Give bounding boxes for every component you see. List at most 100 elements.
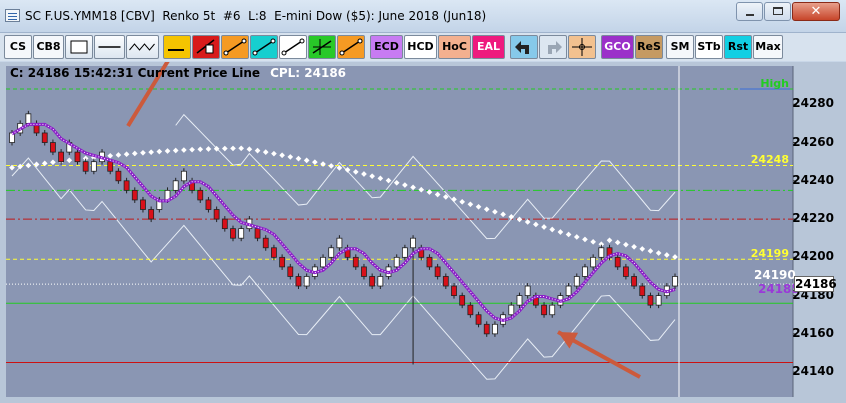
window-title: SC F.US.YMM18 [CBV] Renko 5t #6 L:8 E-mi… (25, 9, 487, 23)
up-brick (393, 256, 400, 268)
up-brick (303, 276, 310, 287)
down-brick (50, 142, 56, 153)
up-brick (410, 237, 416, 249)
down-brick (459, 295, 466, 306)
up-brick (672, 276, 678, 287)
toolbar-sm-label: SM (670, 40, 690, 53)
down-brick (41, 132, 48, 143)
toolbar-redo-button[interactable] (539, 35, 567, 59)
down-brick (148, 209, 155, 220)
toolbar-cross-button[interactable] (568, 35, 596, 59)
toolbar-hline-button[interactable] (94, 35, 125, 59)
y-axis-tick-label: 24260 (792, 134, 834, 149)
toolbar-hcd-button[interactable]: HCD (404, 35, 437, 59)
toolbar-res-button[interactable]: ReS (635, 35, 663, 59)
down-brick (262, 237, 269, 249)
toolbar-max-label: Max (755, 40, 781, 53)
up-brick (655, 295, 662, 306)
app-chart-icon (5, 9, 20, 22)
down-brick (287, 266, 294, 277)
down-brick (221, 218, 228, 230)
toolbar-zigzag-button[interactable] (126, 35, 159, 59)
toolbar-eal-button[interactable]: EAL (472, 35, 505, 59)
up-brick (172, 180, 179, 191)
status-line: C: 24186 15:42:31 Current Price Line CPL:… (10, 66, 346, 80)
down-brick (483, 323, 490, 335)
up-brick (238, 228, 245, 239)
calculator-icon (196, 39, 215, 54)
chart-area[interactable]: C: 24186 15:42:31 Current Price Line CPL:… (0, 62, 846, 403)
down-brick (271, 247, 277, 258)
down-brick (442, 276, 449, 287)
up-brick (549, 304, 556, 316)
up-brick (180, 170, 187, 182)
toolbar-sm-button[interactable]: SM (666, 35, 694, 59)
down-brick (295, 276, 302, 287)
maximize-icon (773, 7, 783, 15)
close-button[interactable]: ✕ (792, 2, 840, 21)
down-brick (647, 295, 654, 306)
down-brick (467, 304, 474, 316)
green-line-tool-icon (312, 39, 332, 55)
down-brick (279, 256, 286, 268)
down-brick (352, 256, 359, 268)
toolbar-gco-label: GCO (604, 40, 631, 53)
toolbar-orange2-button[interactable] (337, 35, 365, 59)
toolbar-ray-button[interactable] (279, 35, 307, 59)
y-axis-tick-label: 24220 (792, 211, 834, 226)
down-brick (213, 209, 220, 220)
toolbar-calc-button[interactable] (192, 35, 220, 59)
toolbar-rst-button[interactable]: Rst (724, 35, 752, 59)
close-icon: ✕ (810, 4, 822, 19)
toolbar-cyan-button[interactable] (250, 35, 278, 59)
toolbar-rect-button[interactable] (65, 35, 93, 59)
y-axis-tick-label: 24240 (792, 172, 834, 187)
toolbar-yellow-button[interactable] (163, 35, 191, 59)
down-brick (426, 256, 433, 268)
toolbar-undo-button[interactable] (510, 35, 538, 59)
down-brick (622, 266, 629, 277)
maximize-button[interactable] (764, 2, 791, 21)
toolbar-ecd-label: ECD (374, 40, 399, 53)
horizontal-line-icon (98, 46, 121, 48)
down-brick (82, 161, 89, 172)
up-brick (25, 113, 32, 124)
down-brick (434, 266, 441, 277)
down-brick (361, 266, 367, 277)
toolbar-orange-button[interactable] (221, 35, 249, 59)
y-axis-tick-label: 24280 (792, 96, 834, 111)
toolbar-hoc-button[interactable]: HoC (438, 35, 471, 59)
minimize-icon (746, 14, 754, 16)
chart-toolbar: CS CB8 ECD HCD HoC EAL GCO ReS SM STb Rst Max (0, 33, 846, 61)
up-brick (565, 285, 572, 296)
toolbar-green-button[interactable] (308, 35, 336, 59)
down-brick (205, 199, 212, 210)
undo-arrow-icon (515, 41, 529, 54)
toolbar-cs-button[interactable]: CS (4, 35, 32, 59)
y-axis-tick-label: 24160 (792, 325, 834, 340)
up-brick (590, 256, 597, 268)
status-text: C: 24186 15:42:31 Current Price Line (10, 66, 261, 80)
toolbar-max-button[interactable]: Max (753, 35, 783, 59)
minimize-button[interactable] (736, 2, 763, 21)
up-brick (524, 285, 531, 296)
toolbar-cb8-button[interactable]: CB8 (33, 35, 64, 59)
toolbar-hoc-label: HoC (442, 40, 467, 53)
toolbar-stb-button[interactable]: STb (695, 35, 723, 59)
up-brick (573, 276, 580, 287)
down-brick (614, 256, 621, 268)
up-brick (508, 304, 515, 316)
rectangle-icon (70, 40, 88, 54)
current-price-box: 24186 (794, 276, 837, 293)
renko-chart[interactable] (0, 62, 846, 403)
up-brick (516, 295, 523, 306)
up-brick (320, 256, 326, 268)
down-brick (254, 228, 261, 239)
ray-tool-icon (281, 38, 305, 56)
down-brick (115, 170, 122, 182)
cyan-line-tool-icon (252, 38, 276, 56)
down-brick (230, 228, 236, 239)
down-brick (74, 151, 81, 163)
toolbar-gco-button[interactable]: GCO (601, 35, 634, 59)
toolbar-ecd-button[interactable]: ECD (370, 35, 403, 59)
